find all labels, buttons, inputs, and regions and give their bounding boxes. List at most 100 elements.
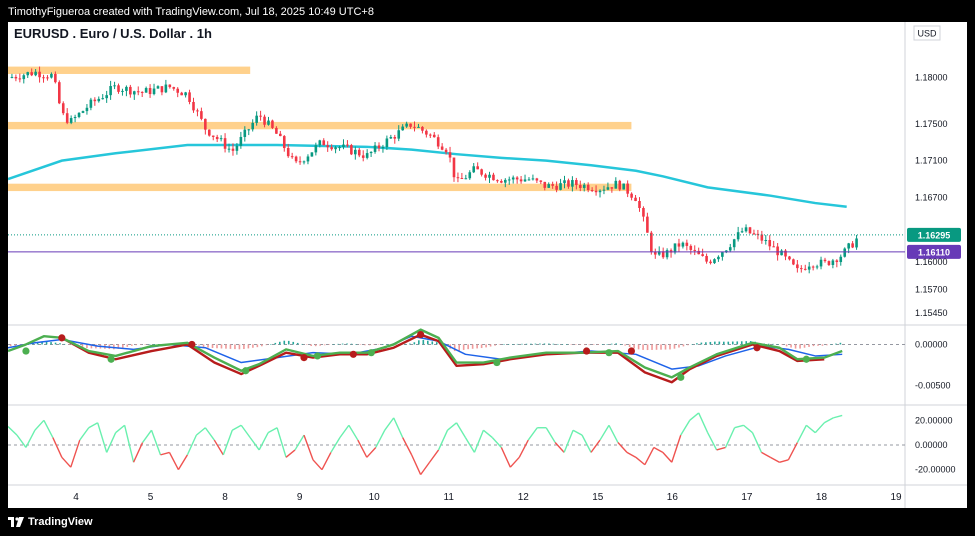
candle-body: [803, 268, 807, 270]
osc1-histogram-bar: [328, 344, 330, 345]
osc1-histogram-bar: [830, 344, 833, 345]
candle-body: [472, 166, 476, 173]
candle-body: [267, 120, 270, 125]
chart-window: TimothyFigueroa created with TradingView…: [0, 0, 975, 536]
candle-body: [219, 138, 223, 140]
candle-body: [650, 232, 653, 252]
osc1-histogram-bar: [68, 344, 70, 345]
osc1-histogram-bar: [808, 344, 810, 347]
osc1-histogram-bar: [139, 344, 142, 345]
chart-title: EURUSD . Euro / U.S. Dollar . 1h: [14, 26, 212, 41]
candle-body: [132, 91, 136, 95]
osc1-histogram-bar: [355, 344, 357, 345]
osc1-histogram-bar: [323, 344, 326, 346]
resistance-zone: [8, 121, 632, 130]
osc1-histogram-bar: [561, 344, 564, 345]
candle-body: [346, 144, 349, 146]
candle-body: [136, 91, 140, 93]
osc1-cross-point: [627, 347, 636, 355]
candle-body: [851, 243, 854, 248]
candle-body: [306, 156, 310, 162]
osc1-histogram-bar: [368, 344, 371, 346]
osc1-histogram-bar: [467, 344, 469, 350]
candle-body: [42, 77, 45, 79]
candle-body: [101, 98, 105, 100]
osc1-histogram-bar: [642, 344, 644, 350]
candle-body: [113, 85, 116, 87]
osc1-histogram-bar: [471, 344, 474, 349]
osc1-histogram-bar: [637, 344, 640, 350]
chart-area[interactable]: 1.16295 1.16110 1.18000 1.17500 1.17100 1.16…: [7, 22, 967, 508]
candle-body: [401, 126, 404, 131]
osc1-histogram-bar: [220, 344, 223, 349]
osc1-histogram-bar: [54, 342, 57, 345]
candle-body: [697, 250, 700, 255]
osc1-histogram-bar: [525, 343, 528, 345]
candle-body: [89, 99, 93, 108]
osc2-tick-label: 0.00000: [915, 440, 948, 450]
osc1-histogram-bar: [570, 344, 573, 345]
candle-body: [148, 88, 152, 95]
osc2-tick-label: -20.00000: [915, 465, 956, 475]
candle-body: [582, 184, 586, 188]
time-tick-label: 11: [444, 492, 455, 503]
osc1-histogram-bar: [319, 344, 321, 346]
candle-body: [38, 71, 41, 78]
candle-body: [97, 98, 101, 102]
osc1-histogram-bar: [606, 344, 608, 345]
candle-body: [800, 268, 803, 270]
candle-body: [681, 242, 685, 247]
osc1-histogram-bar: [651, 344, 653, 350]
candle-body: [298, 161, 302, 163]
osc1-histogram-bar: [59, 343, 61, 345]
osc1-tick-label: 0.00000: [915, 339, 948, 349]
candle-body: [310, 152, 314, 157]
osc1-histogram-bar: [14, 344, 16, 346]
osc1-histogram-bar: [687, 344, 689, 346]
osc1-histogram-bar: [480, 344, 483, 349]
candle-body: [263, 116, 266, 125]
attribution-text: TimothyFigueroa created with TradingView…: [8, 6, 374, 18]
osc1-cross-point: [242, 367, 250, 375]
osc1-cross-point: [107, 355, 115, 363]
price-tick-label: 1.18000: [915, 73, 948, 83]
candle-body: [172, 87, 176, 89]
osc1-histogram-bar: [404, 343, 407, 345]
candle-body: [318, 140, 322, 146]
osc1-cross-point: [22, 347, 30, 355]
candle-body: [760, 234, 764, 241]
candle-body: [685, 242, 689, 246]
osc1-histogram-bar: [709, 341, 712, 345]
candle-body: [736, 232, 740, 240]
osc1-histogram-bar: [310, 344, 312, 347]
osc1-histogram-bar: [202, 344, 205, 347]
osc1-histogram-bar: [619, 344, 622, 345]
osc1-histogram-bar: [256, 344, 259, 348]
candle-body: [10, 76, 14, 78]
osc1-histogram-bar: [431, 341, 434, 345]
candle-body: [543, 181, 547, 188]
candle-body: [847, 243, 850, 249]
osc1-histogram-bar: [422, 339, 425, 345]
chart-svg[interactable]: 1.16295 1.16110 1.18000 1.17500 1.17100 1.16…: [7, 22, 967, 508]
candle-body: [642, 208, 645, 217]
candle-body: [322, 140, 326, 146]
candle-body: [539, 180, 543, 182]
candle-body: [73, 116, 77, 119]
candle-body: [630, 193, 633, 198]
osc1-histogram-bar: [261, 344, 263, 347]
candle-body: [314, 145, 318, 153]
candle-body: [259, 115, 262, 117]
osc1-histogram-bar: [691, 344, 694, 345]
candle-body: [381, 147, 385, 149]
osc1-histogram-bar: [126, 344, 129, 347]
candle-body: [646, 216, 649, 233]
osc1-histogram-bar: [628, 344, 631, 348]
candle-body: [211, 135, 215, 137]
candle-body: [456, 177, 460, 179]
resistance-zone: [8, 66, 251, 74]
osc1-histogram-bar: [714, 341, 716, 345]
osc1-cross-point: [367, 349, 375, 357]
osc1-histogram-bar: [790, 344, 792, 348]
osc1-histogram-bar: [678, 344, 680, 348]
